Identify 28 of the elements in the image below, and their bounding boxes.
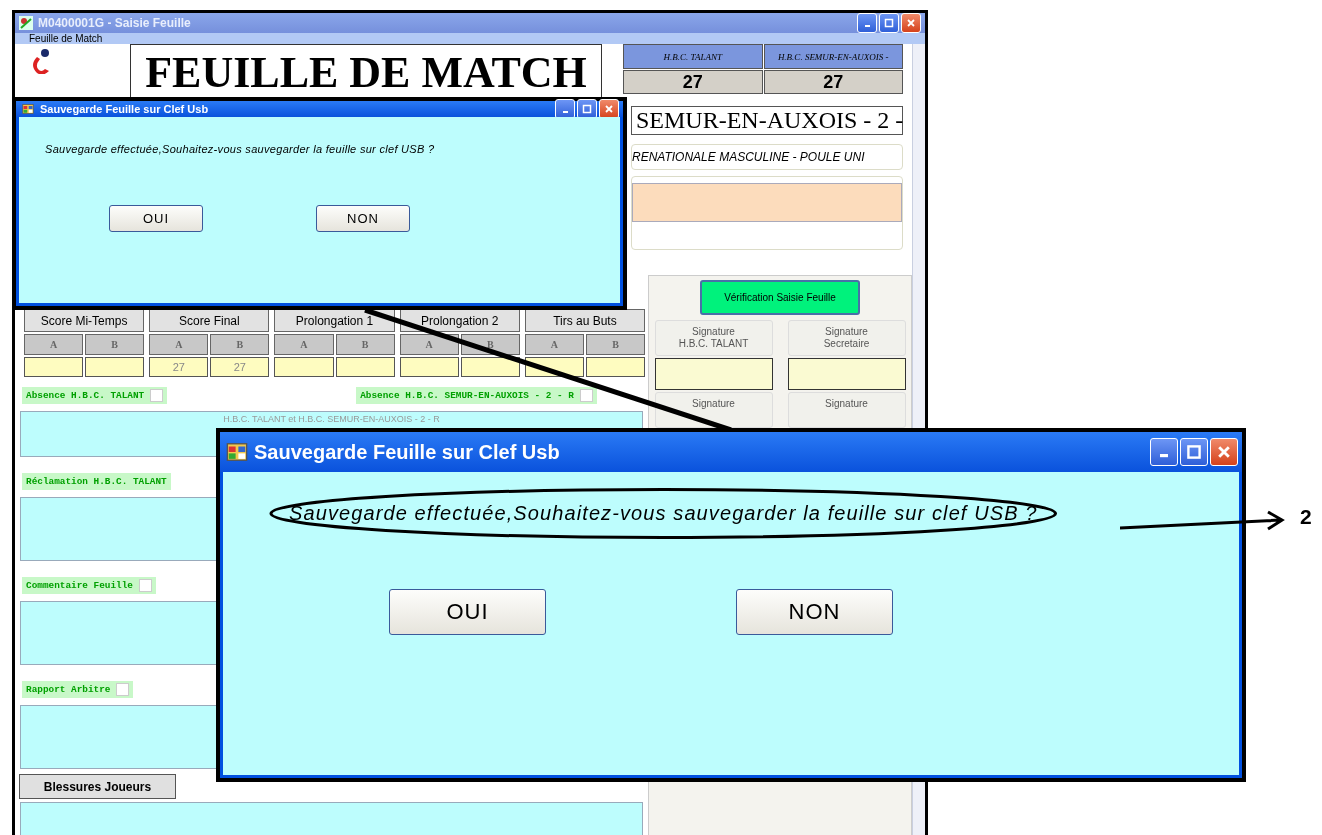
column-header: B bbox=[85, 334, 145, 355]
column-header: A bbox=[24, 334, 84, 355]
section-text: Commentaire Feuille bbox=[26, 580, 133, 591]
score-header: Score Mi-Temps bbox=[24, 309, 145, 332]
team-score: 27 bbox=[623, 70, 763, 94]
column-header: B bbox=[585, 334, 645, 355]
column-header: A bbox=[524, 334, 584, 355]
column-header: B bbox=[335, 334, 395, 355]
absence-text: Absence H.B.C. SEMUR-EN-AUXOIS - 2 - R bbox=[360, 390, 574, 401]
section-text: Rapport Arbitre bbox=[26, 684, 111, 695]
competition-name: RENATIONALE MASCULINE - POULE UNI bbox=[631, 144, 903, 170]
window-title: M0400001G - Saisie Feuille bbox=[38, 16, 191, 30]
column-header: A bbox=[274, 334, 334, 355]
teams-title: SEMUR-EN-AUXOIS - 2 - bbox=[631, 106, 903, 135]
dialog-message: Sauvegarde effectuée,Souhaitez-vous sauvegarder la feuille sur clef USB ? bbox=[44, 143, 436, 155]
score-header: Score Final bbox=[149, 309, 270, 332]
column-header: B bbox=[210, 334, 270, 355]
team-name: H.B.C. SEMUR-EN-AUXOIS - bbox=[763, 44, 903, 69]
score-header: Tirs au Buts bbox=[524, 309, 645, 332]
column-header: A bbox=[399, 334, 459, 355]
dialog-title: Sauvegarde Feuille sur Clef Usb bbox=[254, 440, 560, 464]
absence-text: Absence H.B.C. TALANT bbox=[26, 390, 145, 401]
column-header: A bbox=[149, 334, 209, 355]
teams-note: H.B.C. TALANT et H.B.C. SEMUR-EN-AUXOIS - 2 - R bbox=[222, 413, 441, 424]
team-name: H.B.C. TALANT bbox=[623, 44, 763, 69]
step-number: 2 bbox=[1300, 505, 1312, 529]
section-text: Réclamation H.B.C. TALANT bbox=[26, 476, 167, 487]
team-score: 27 bbox=[763, 70, 903, 94]
